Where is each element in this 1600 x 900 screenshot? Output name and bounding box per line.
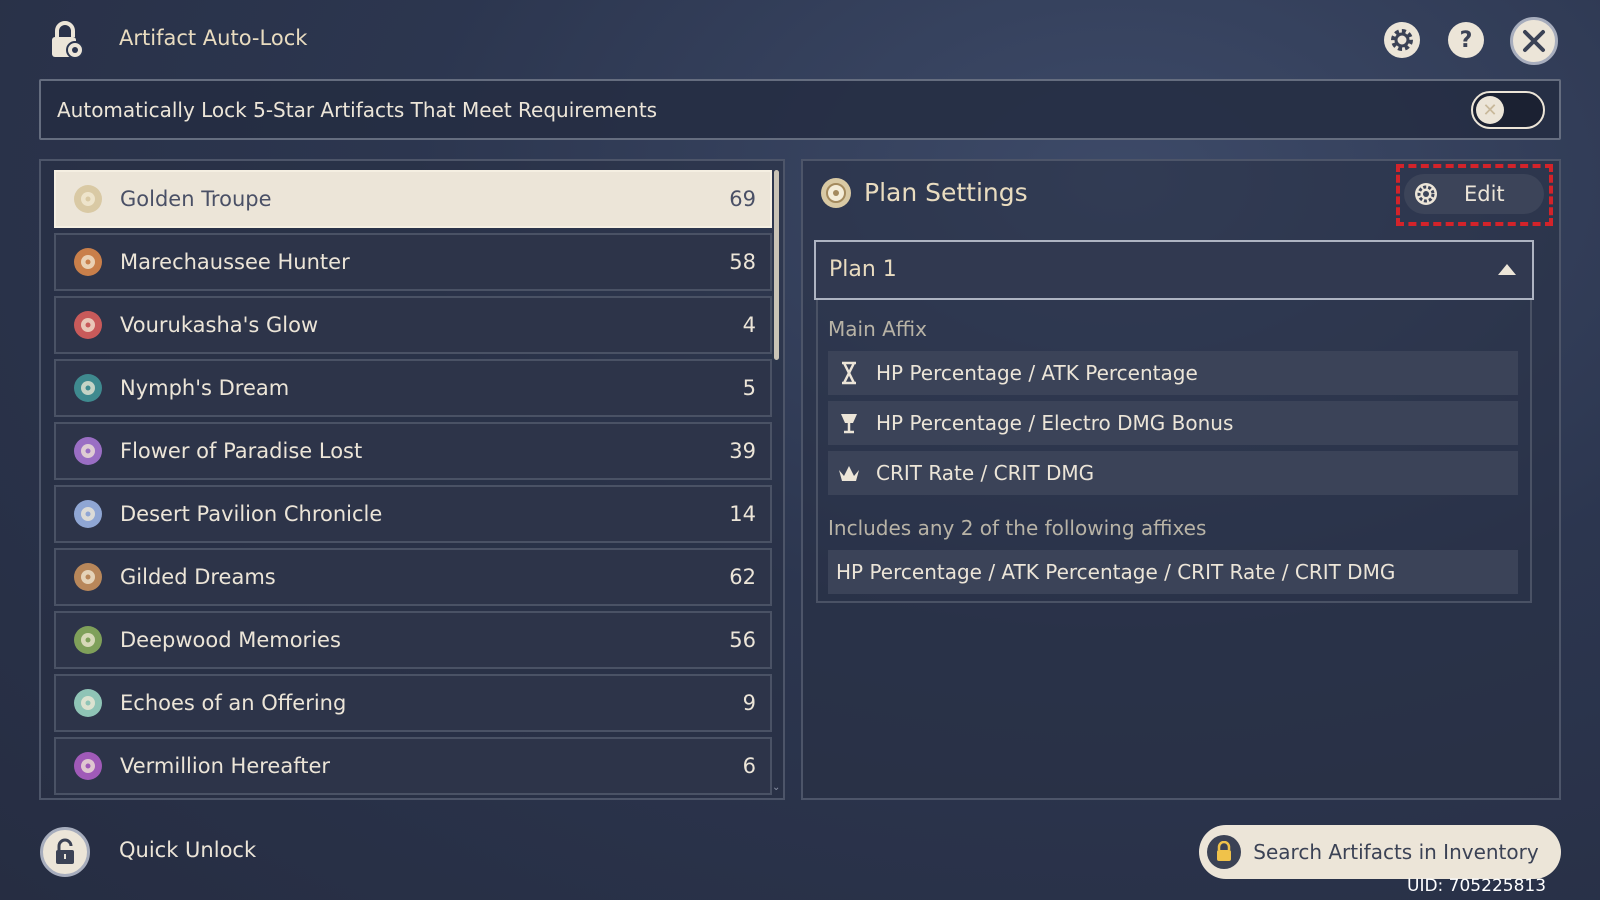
artifact-set-count: 69 <box>729 187 756 211</box>
goblet-icon <box>834 408 864 438</box>
artifact-set-name: Nymph's Dream <box>120 376 290 400</box>
auto-lock-banner: Automatically Lock 5-Star Artifacts That… <box>39 79 1561 140</box>
artifact-set-row[interactable]: Vourukasha's Glow 4 <box>54 296 772 354</box>
toggle-off-icon: ✕ <box>1476 96 1504 124</box>
help-icon[interactable]: ? <box>1448 22 1484 58</box>
list-scrollbar[interactable] <box>774 170 779 360</box>
artifact-set-row[interactable]: Deepwood Memories 56 <box>54 611 772 669</box>
main-affix-text: HP Percentage / Electro DMG Bonus <box>876 411 1234 435</box>
artifact-set-row[interactable]: Golden Troupe 69 <box>54 170 772 228</box>
artifact-set-icon <box>74 185 102 213</box>
sub-affix-label: Includes any 2 of the following affixes <box>828 516 1207 540</box>
main-affix-label: Main Affix <box>828 317 927 341</box>
golden-troupe-set-icon <box>818 175 854 211</box>
circlet-icon <box>834 458 864 488</box>
artifact-set-icon <box>74 563 102 591</box>
artifact-set-count: 4 <box>742 313 756 337</box>
artifact-set-icon <box>74 689 102 717</box>
auto-lock-label: Automatically Lock 5-Star Artifacts That… <box>57 98 658 122</box>
sub-affix-text: HP Percentage / ATK Percentage / CRIT Ra… <box>836 560 1396 584</box>
scroll-down-icon[interactable]: ⌄ <box>772 782 782 793</box>
edit-highlight-box <box>1396 164 1553 226</box>
sub-affix-row: HP Percentage / ATK Percentage / CRIT Ra… <box>828 550 1518 594</box>
caret-up-icon <box>1498 264 1516 275</box>
artifact-set-name: Deepwood Memories <box>120 628 341 652</box>
main-affix-row: HP Percentage / Electro DMG Bonus <box>828 401 1518 445</box>
artifact-set-name: Vermillion Hereafter <box>120 754 331 778</box>
artifact-set-count: 62 <box>729 565 756 589</box>
main-affix-row: HP Percentage / ATK Percentage <box>828 351 1518 395</box>
artifact-set-name: Flower of Paradise Lost <box>120 439 363 463</box>
main-affix-text: CRIT Rate / CRIT DMG <box>876 461 1095 485</box>
artifact-set-name: Gilded Dreams <box>120 565 276 589</box>
artifact-set-row[interactable]: Flower of Paradise Lost 39 <box>54 422 772 480</box>
artifact-set-name: Vourukasha's Glow <box>120 313 319 337</box>
artifact-set-name: Echoes of an Offering <box>120 691 347 715</box>
artifact-set-name: Golden Troupe <box>120 187 272 211</box>
close-icon <box>1523 30 1545 52</box>
gear-icon[interactable] <box>1384 22 1420 58</box>
artifact-set-row[interactable]: Echoes of an Offering 9 <box>54 674 772 732</box>
artifact-set-icon <box>74 374 102 402</box>
search-artifacts-label: Search Artifacts in Inventory <box>1253 839 1539 864</box>
search-artifacts-button[interactable]: Search Artifacts in Inventory <box>1199 825 1561 879</box>
artifact-set-count: 6 <box>742 754 756 778</box>
artifact-set-count: 58 <box>729 250 756 274</box>
artifact-set-icon <box>74 752 102 780</box>
artifact-set-icon <box>74 500 102 528</box>
artifact-set-row[interactable]: Desert Pavilion Chronicle 14 <box>54 485 772 543</box>
plan-dropdown[interactable]: Plan 1 <box>814 240 1534 300</box>
main-affix-row: CRIT Rate / CRIT DMG <box>828 451 1518 495</box>
page-title: Artifact Auto-Lock <box>119 26 308 50</box>
artifact-set-icon <box>74 311 102 339</box>
artifact-set-row[interactable]: Vermillion Hereafter 6 <box>54 737 772 795</box>
lock-icon <box>1207 835 1241 869</box>
artifact-set-count: 9 <box>742 691 756 715</box>
quick-unlock-label[interactable]: Quick Unlock <box>119 838 256 862</box>
artifact-set-row[interactable]: Marechaussee Hunter 58 <box>54 233 772 291</box>
artifact-set-count: 14 <box>729 502 756 526</box>
artifact-set-count: 5 <box>742 376 756 400</box>
artifact-set-icon <box>74 626 102 654</box>
artifact-set-count: 56 <box>729 628 756 652</box>
lock-settings-icon <box>46 20 86 60</box>
artifact-set-name: Desert Pavilion Chronicle <box>120 502 383 526</box>
plan-settings-title: Plan Settings <box>864 178 1028 207</box>
artifact-set-row[interactable]: Nymph's Dream 5 <box>54 359 772 417</box>
auto-lock-toggle[interactable]: ✕ <box>1471 91 1545 129</box>
artifact-set-row[interactable]: Gilded Dreams 62 <box>54 548 772 606</box>
artifact-set-count: 39 <box>729 439 756 463</box>
artifact-set-icon <box>74 437 102 465</box>
uid-label: UID: 705225813 <box>1407 876 1547 896</box>
close-button[interactable] <box>1510 17 1558 65</box>
sands-hourglass-icon <box>834 358 864 388</box>
main-affix-text: HP Percentage / ATK Percentage <box>876 361 1198 385</box>
artifact-set-name: Marechaussee Hunter <box>120 250 350 274</box>
artifact-set-icon <box>74 248 102 276</box>
unlock-icon <box>56 838 74 864</box>
quick-unlock-button[interactable] <box>40 827 90 877</box>
artifact-set-list: Golden Troupe 69 Marechaussee Hunter 58 Vour… <box>39 159 785 800</box>
plan-dropdown-value: Plan 1 <box>829 257 897 282</box>
